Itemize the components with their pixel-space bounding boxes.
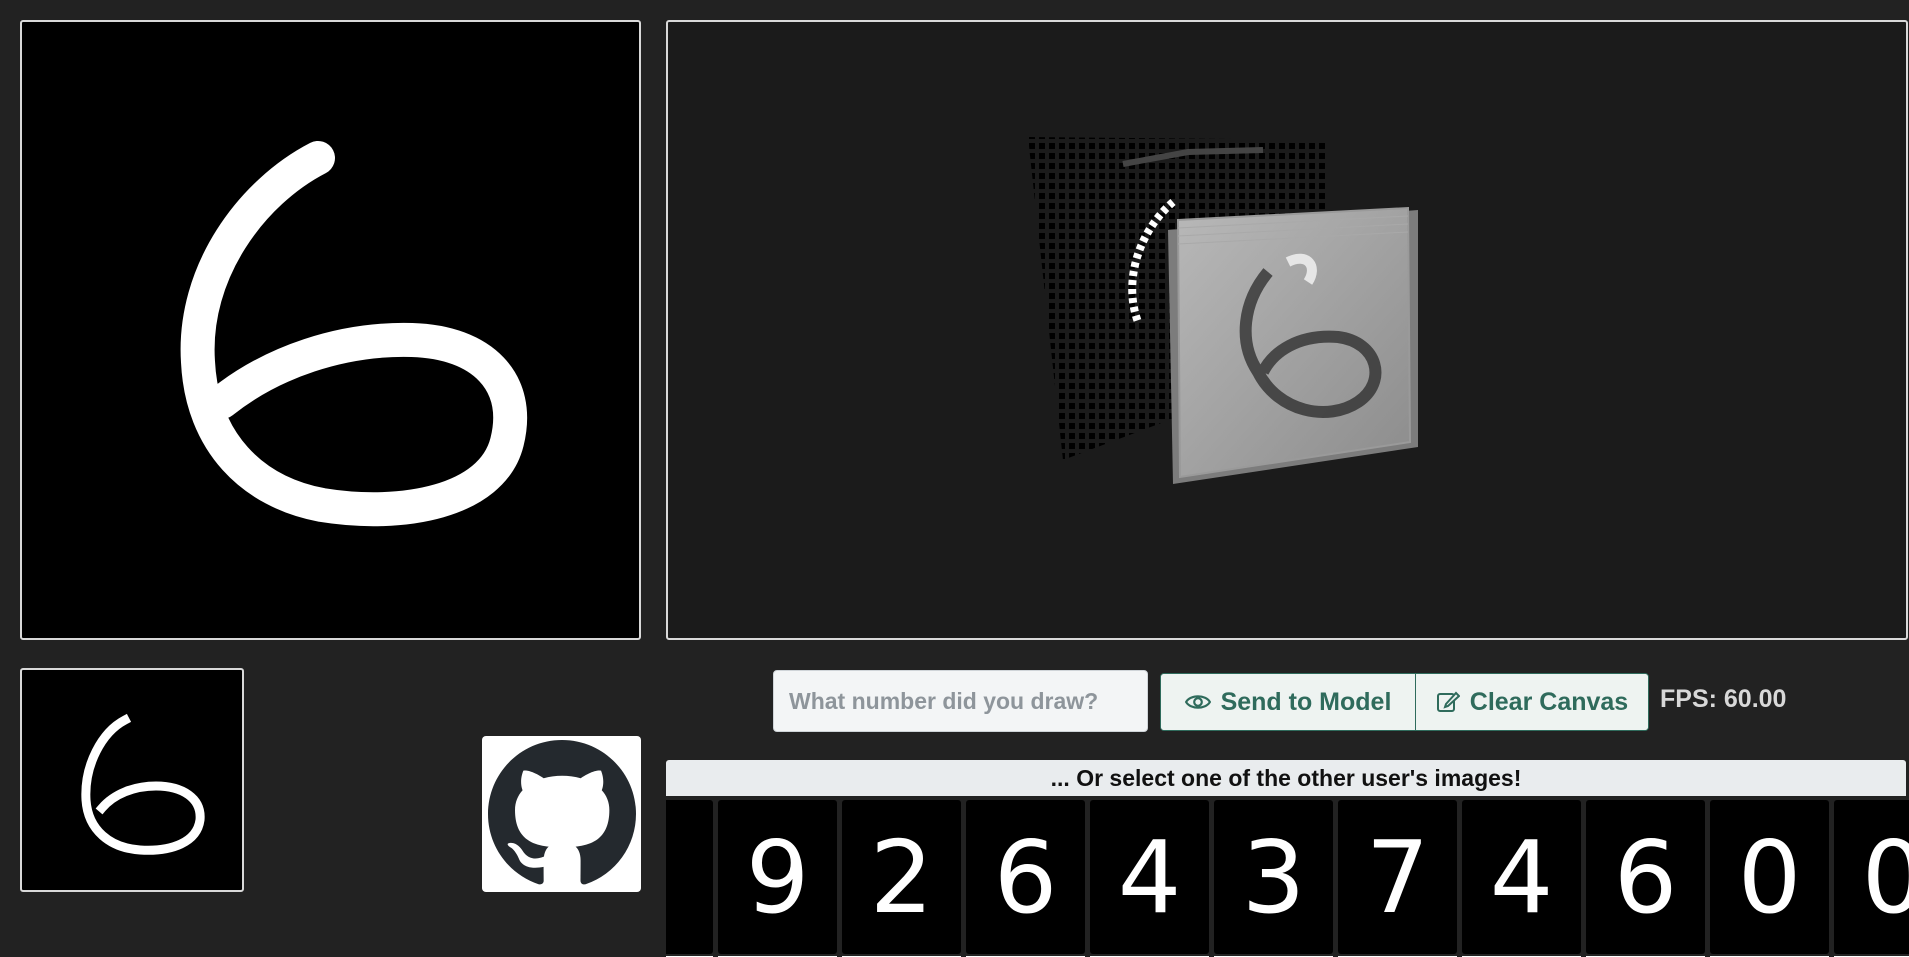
send-button-label: Send to Model <box>1220 687 1392 716</box>
gallery-item-image: 4 <box>1462 800 1581 954</box>
gallery-strip[interactable]: 99226644337744660000 <box>666 800 1909 957</box>
gallery-item[interactable]: 00 <box>1834 800 1909 957</box>
gallery-item[interactable]: 66 <box>1586 800 1705 957</box>
gallery-item-image: 6 <box>1586 800 1705 954</box>
gallery-item-digit: 0 <box>1861 818 1909 936</box>
gallery-item-digit <box>666 800 713 954</box>
drawing-canvas[interactable] <box>20 20 641 640</box>
gallery-item[interactable]: 44 <box>1090 800 1209 957</box>
gallery-item-image: 9 <box>718 800 837 954</box>
send-to-model-button[interactable]: Send to Model <box>1161 674 1415 730</box>
gallery-title: ... Or select one of the other user's im… <box>666 760 1906 796</box>
gallery-item-digit: 4 <box>1117 818 1182 936</box>
layer-visualization <box>1028 137 1418 484</box>
action-button-group: Send to Model Clear Canvas <box>1160 673 1649 731</box>
gallery-item-digit: 0 <box>1737 818 1802 936</box>
gallery-item[interactable]: 22 <box>842 800 961 957</box>
gallery-item-digit: 3 <box>1241 818 1306 936</box>
gallery-item-digit: 6 <box>993 818 1058 936</box>
thumbnail-digit <box>81 713 205 855</box>
gallery-item[interactable]: 77 <box>1338 800 1457 957</box>
fps-counter: FPS: 60.00 <box>1660 685 1787 713</box>
gallery-item[interactable] <box>666 800 713 957</box>
clear-button-label: Clear Canvas <box>1469 687 1629 716</box>
gallery-item[interactable]: 00 <box>1710 800 1829 957</box>
edit-icon <box>1436 691 1460 712</box>
drawn-digit <box>180 141 528 527</box>
eye-icon <box>1184 695 1211 709</box>
gallery-item-digit: 9 <box>745 818 810 936</box>
gallery-item-digit: 6 <box>1613 818 1678 936</box>
answer-input[interactable] <box>773 670 1148 732</box>
network-3d-view[interactable] <box>666 20 1908 640</box>
gallery-item[interactable]: 44 <box>1462 800 1581 957</box>
gallery-item-image: 2 <box>842 800 961 954</box>
gallery-item-digit: 7 <box>1365 818 1430 936</box>
gallery-item-image: 6 <box>966 800 1085 954</box>
gallery-item-digit: 2 <box>869 818 934 936</box>
clear-canvas-button[interactable]: Clear Canvas <box>1415 674 1648 730</box>
gallery-item[interactable]: 99 <box>718 800 837 957</box>
github-link[interactable] <box>482 736 641 892</box>
gallery-item-image: 0 <box>1834 800 1909 954</box>
gallery-item-image: 0 <box>1710 800 1829 954</box>
thumbnail-preview <box>20 668 244 892</box>
gallery-item-image: 3 <box>1214 800 1333 954</box>
gallery-item[interactable]: 33 <box>1214 800 1333 957</box>
gallery-item-image <box>666 800 713 954</box>
github-icon <box>487 740 636 885</box>
gallery-item[interactable]: 66 <box>966 800 1085 957</box>
gallery-item-image: 7 <box>1338 800 1457 954</box>
gallery-item-digit: 4 <box>1489 818 1554 936</box>
gallery-item-image: 4 <box>1090 800 1209 954</box>
